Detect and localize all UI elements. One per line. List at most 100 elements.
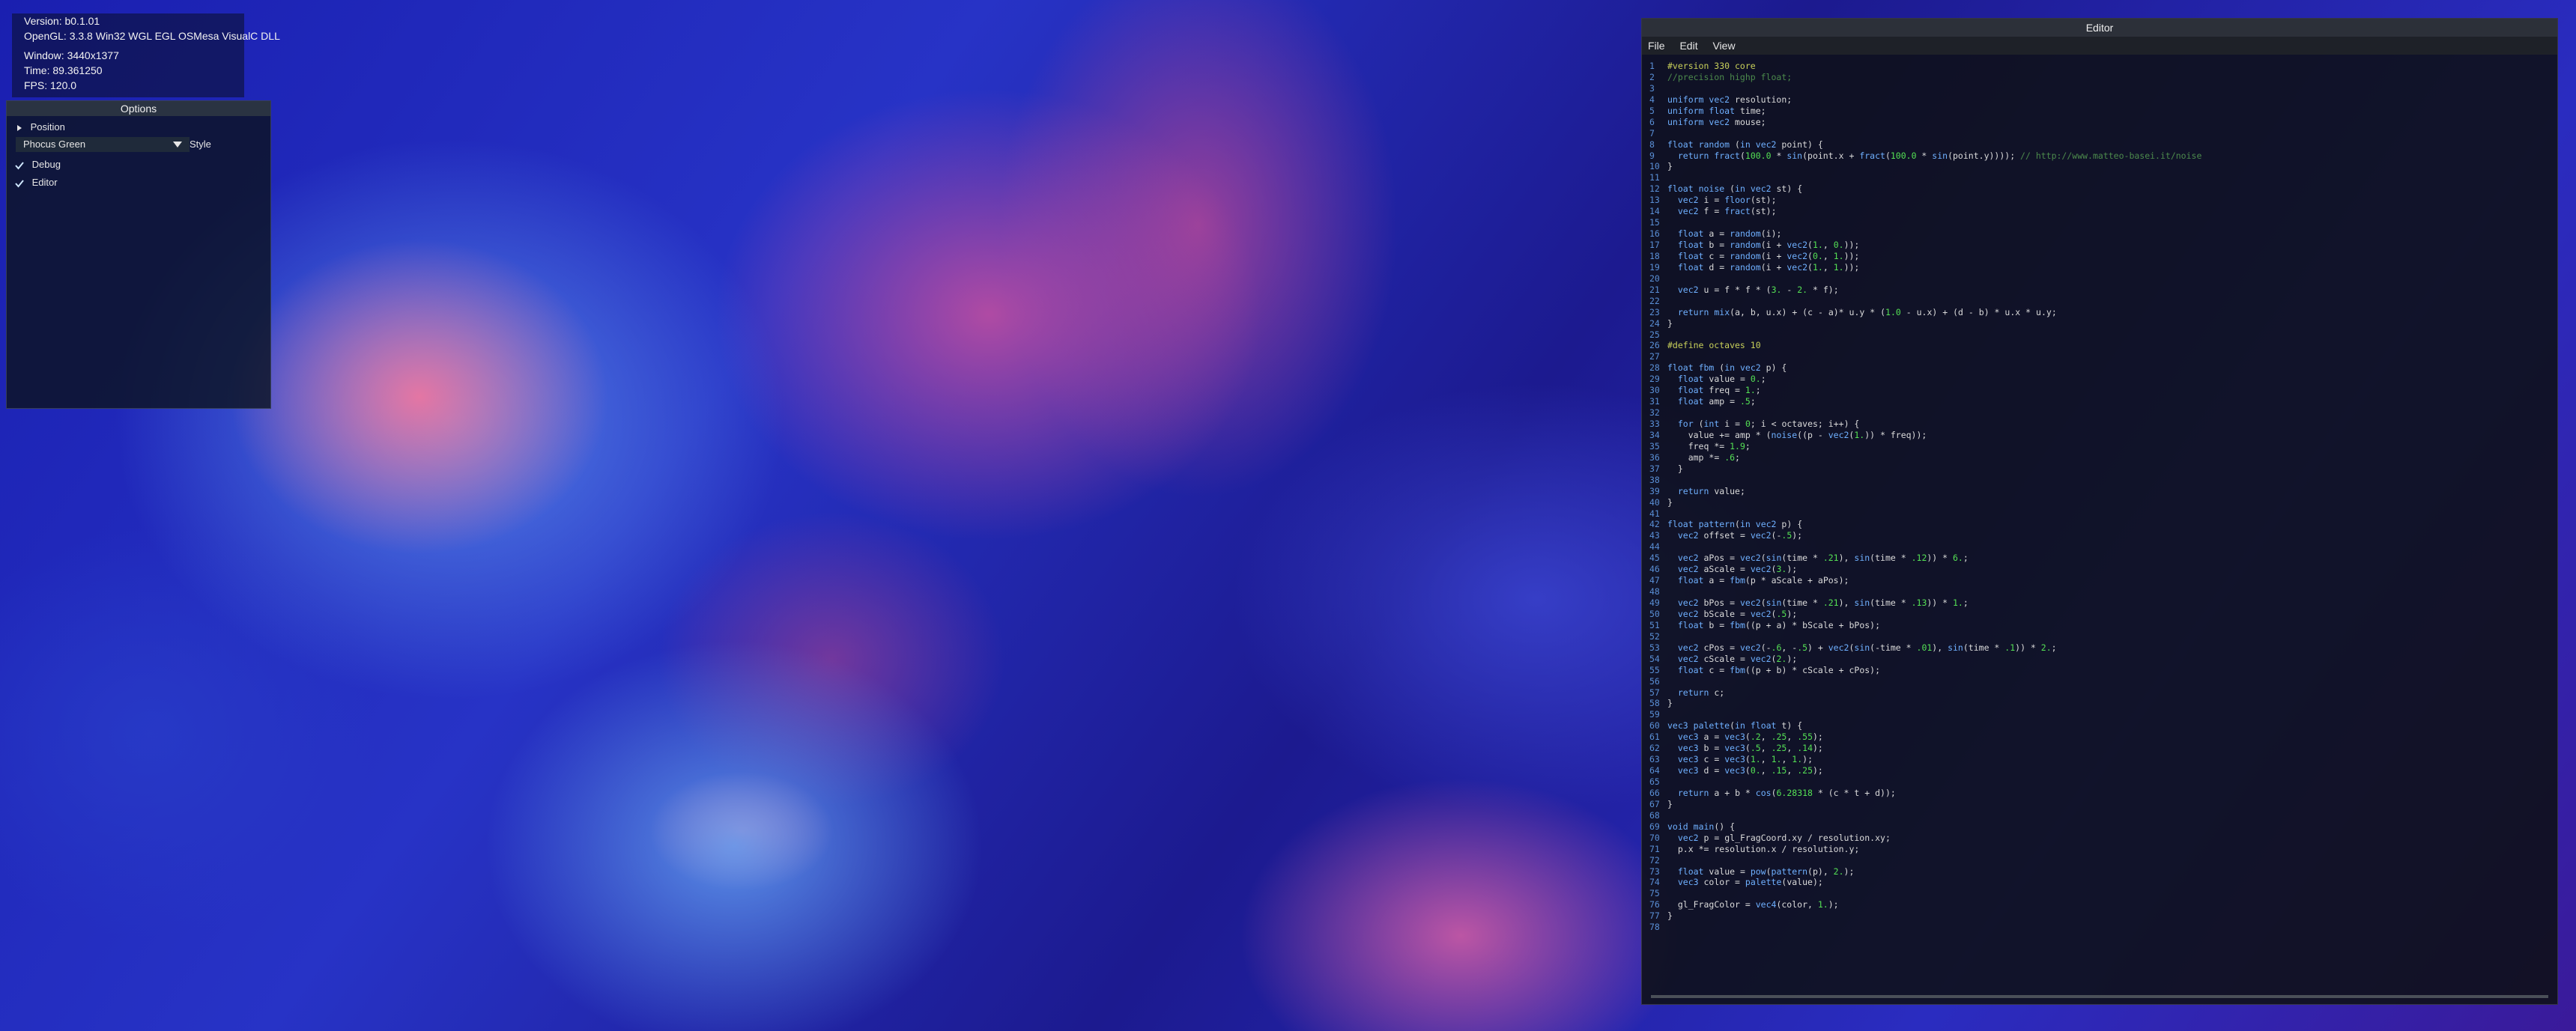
code-line[interactable]: 70 vec2 p = gl_FragCoord.xy / resolution… [1649,833,2550,844]
line-number: 67 [1649,798,1660,809]
code-line[interactable]: 64 vec3 d = vec3(0., .15, .25); [1649,765,2550,776]
code-line[interactable]: 24} [1649,318,2550,329]
code-line[interactable]: 25 [1649,329,2550,341]
code-line[interactable]: 39 return value; [1649,486,2550,497]
code-line[interactable]: 22 [1649,296,2550,307]
code-line[interactable]: 56 [1649,676,2550,687]
editor-title[interactable]: Editor [1642,19,2557,37]
code-line[interactable]: 3 [1649,83,2550,94]
code-line[interactable]: 29 float value = 0.; [1649,374,2550,385]
code-line[interactable]: 55 float c = fbm((p + b) * cScale + cPos… [1649,665,2550,676]
position-tree-node[interactable]: Position [17,119,65,136]
line-number: 16 [1649,228,1660,240]
code-line[interactable]: 47 float a = fbm(p * aScale + aPos); [1649,575,2550,586]
code-line[interactable]: 37 } [1649,463,2550,475]
code-line[interactable]: 8 float random (in vec2 point) { [1649,139,2550,150]
code-line[interactable]: 60 vec3 palette(in float t) { [1649,720,2550,732]
code-line[interactable]: 59 [1649,709,2550,720]
code-line[interactable]: 28 float fbm (in vec2 p) { [1649,362,2550,374]
code-line[interactable]: 27 [1649,351,2550,362]
code-line[interactable]: 33 for (int i = 0; i < octaves; i++) { [1649,419,2550,430]
debug-checkbox[interactable]: Debug [14,156,61,173]
code-line[interactable]: 43 vec2 offset = vec2(-.5); [1649,530,2550,541]
code-line[interactable]: 66 return a + b * cos(6.28318 * (c * t +… [1649,788,2550,799]
style-combo[interactable]: Phocus Green [16,137,190,152]
code-line[interactable]: 78 [1649,922,2550,933]
code-line[interactable]: 48 [1649,586,2550,597]
code-line[interactable]: 52 [1649,631,2550,642]
code-line[interactable]: 58} [1649,698,2550,709]
code-line[interactable]: 38 [1649,475,2550,486]
code-line[interactable]: 50 vec2 bScale = vec2(.5); [1649,609,2550,620]
code-line[interactable]: 67} [1649,799,2550,810]
code-line[interactable]: 19 float d = random(i + vec2(1., 1.)); [1649,262,2550,273]
code-line[interactable]: 1 #version 330 core [1649,61,2550,72]
code-line[interactable]: 35 freq *= 1.9; [1649,441,2550,452]
code-line[interactable]: 2 //precision highp float; [1649,72,2550,83]
horizontal-scrollbar[interactable] [1651,995,2548,998]
code-line[interactable]: 63 vec3 c = vec3(1., 1., 1.); [1649,754,2550,765]
code-line[interactable]: 40} [1649,497,2550,508]
code-line[interactable]: 21 vec2 u = f * f * (3. - 2. * f); [1649,285,2550,296]
line-number: 77 [1649,910,1660,922]
line-number: 41 [1649,508,1660,519]
code-line[interactable]: 62 vec3 b = vec3(.5, .25, .14); [1649,743,2550,754]
code-line[interactable]: 69 void main() { [1649,821,2550,833]
code-line[interactable]: 65 [1649,776,2550,788]
code-line[interactable]: 11 [1649,172,2550,183]
code-line[interactable]: 49 vec2 bPos = vec2(sin(time * .21), sin… [1649,597,2550,609]
code-text: vec2 u = f * f * (3. - 2. * f); [1677,284,1839,295]
code-line[interactable]: 14 vec2 f = fract(st); [1649,206,2550,217]
code-line[interactable]: 75 [1649,888,2550,899]
code-line[interactable]: 16 float a = random(i); [1649,228,2550,240]
code-line[interactable]: 4 uniform vec2 resolution; [1649,94,2550,106]
code-text: vec2 aPos = vec2(sin(time * .21), sin(ti… [1677,553,1969,564]
dropdown-arrow-icon[interactable] [173,142,182,147]
code-line[interactable]: 57 return c; [1649,687,2550,699]
line-number: 45 [1649,553,1660,564]
code-line[interactable]: 20 [1649,273,2550,285]
code-line[interactable]: 77} [1649,910,2550,922]
code-editor[interactable]: 1 #version 330 core 2 //precision highp flo… [1649,61,2550,989]
code-line[interactable]: 9 return fract(100.0 * sin(point.x + fra… [1649,150,2550,162]
code-line[interactable]: 18 float c = random(i + vec2(0., 1.)); [1649,251,2550,262]
code-line[interactable]: 23 return mix(a, b, u.x) + (c - a)* u.y … [1649,307,2550,318]
code-line[interactable]: 5 uniform float time; [1649,106,2550,117]
code-line[interactable]: 73 float value = pow(pattern(p), 2.); [1649,866,2550,878]
code-line[interactable]: 15 [1649,217,2550,228]
menu-edit[interactable]: Edit [1673,37,1703,55]
code-line[interactable]: 26 #define octaves 10 [1649,340,2550,351]
line-number: 3 [1649,82,1655,94]
code-line[interactable]: 71 p.x *= resolution.x / resolution.y; [1649,844,2550,855]
code-line[interactable]: 34 value += amp * (noise((p - vec2(1.)) … [1649,430,2550,441]
code-line[interactable]: 32 [1649,407,2550,419]
code-line[interactable]: 31 float amp = .5; [1649,396,2550,407]
code-line[interactable]: 44 [1649,541,2550,553]
menu-file[interactable]: File [1642,37,1671,55]
code-line[interactable]: 53 vec2 cPos = vec2(-.6, -.5) + vec2(sin… [1649,642,2550,654]
code-line[interactable]: 74 vec3 color = palette(value); [1649,877,2550,888]
options-panel: Options Position Phocus Green Style Debu… [6,100,271,409]
code-line[interactable]: 42 float pattern(in vec2 p) { [1649,519,2550,530]
code-line[interactable]: 76 gl_FragColor = vec4(color, 1.); [1649,899,2550,910]
options-title[interactable]: Options [7,101,270,116]
code-line[interactable]: 17 float b = random(i + vec2(1., 0.)); [1649,240,2550,251]
code-line[interactable]: 46 vec2 aScale = vec2(3.); [1649,564,2550,575]
code-line[interactable]: 41 [1649,508,2550,520]
code-line[interactable]: 54 vec2 cScale = vec2(2.); [1649,654,2550,665]
code-line[interactable]: 72 [1649,855,2550,866]
code-line[interactable]: 6 uniform vec2 mouse; [1649,117,2550,128]
code-line[interactable]: 30 float freq = 1.; [1649,385,2550,396]
line-number: 47 [1649,575,1660,586]
code-line[interactable]: 51 float b = fbm((p + a) * bScale + bPos… [1649,620,2550,631]
code-line[interactable]: 61 vec3 a = vec3(.2, .25, .55); [1649,732,2550,743]
code-line[interactable]: 13 vec2 i = floor(st); [1649,195,2550,206]
editor-checkbox[interactable]: Editor [14,174,58,191]
menu-view[interactable]: View [1706,37,1741,55]
code-line[interactable]: 45 vec2 aPos = vec2(sin(time * .21), sin… [1649,553,2550,564]
code-line[interactable]: 7 [1649,128,2550,139]
code-line[interactable]: 68 [1649,810,2550,821]
code-line[interactable]: 12 float noise (in vec2 st) { [1649,183,2550,195]
code-line[interactable]: 36 amp *= .6; [1649,452,2550,463]
code-line[interactable]: 10} [1649,161,2550,172]
